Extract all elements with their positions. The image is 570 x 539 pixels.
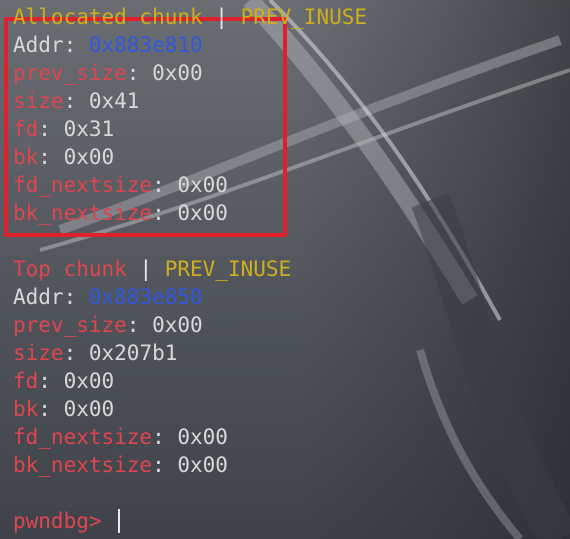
field-value: 0x00: [177, 453, 228, 477]
addr-label: Addr: [13, 33, 64, 57]
field-line: prev_size: 0x00: [13, 313, 203, 337]
text-cursor: [118, 509, 121, 533]
chunk-addr-line: Addr: 0x883e810: [13, 33, 203, 57]
field-name: size: [13, 341, 64, 365]
field-line: bk_nextsize: 0x00: [13, 453, 228, 477]
field-name: bk: [13, 397, 39, 421]
field-name: fd: [13, 117, 39, 141]
field-line: prev_size: 0x00: [13, 61, 203, 85]
chunk-separator: |: [202, 5, 241, 29]
field-value: 0x207b1: [88, 341, 178, 365]
terminal-output: Allocated chunk | PREV_INUSE Addr: 0x883…: [13, 3, 570, 535]
field-line: fd_nextsize: 0x00: [13, 173, 228, 197]
field-value: 0x00: [63, 369, 115, 393]
field-value: 0x00: [63, 145, 115, 169]
field-value: 0x00: [177, 425, 228, 449]
field-value: 0x00: [177, 173, 228, 197]
chunk-header: Allocated chunk | PREV_INUSE: [13, 3, 570, 31]
field-value: 0x41: [88, 89, 140, 113]
chunk-flag: PREV_INUSE: [240, 5, 368, 29]
field-value: 0x00: [177, 201, 228, 225]
chunk-addr-line: Addr: 0x883e850: [13, 285, 203, 309]
chunk-type: Allocated chunk: [13, 5, 203, 29]
field-line: bk_nextsize: 0x00: [13, 201, 228, 225]
field-name: fd_nextsize: [13, 173, 153, 197]
field-name: size: [13, 89, 64, 113]
field-value: 0x00: [152, 61, 203, 85]
field-line: size: 0x41: [13, 89, 140, 113]
field-line: fd_nextsize: 0x00: [13, 425, 228, 449]
addr-label: Addr: [13, 285, 64, 309]
field-line: fd: 0x31: [13, 117, 115, 141]
field-line: size: 0x207b1: [13, 341, 178, 365]
field-name: bk_nextsize: [13, 201, 153, 225]
shell-prompt: pwndbg>: [13, 509, 115, 533]
chunk-type: Top chunk: [13, 257, 127, 281]
field-line: fd: 0x00: [13, 369, 115, 393]
chunk-flag: PREV_INUSE: [164, 257, 292, 281]
field-name: bk_nextsize: [13, 453, 153, 477]
addr-value: 0x883e850: [88, 285, 203, 309]
field-value: 0x00: [63, 397, 115, 421]
field-name: prev_size: [13, 313, 127, 337]
field-name: prev_size: [13, 61, 127, 85]
prompt-line[interactable]: pwndbg>: [13, 507, 570, 535]
field-line: bk: 0x00: [13, 145, 115, 169]
field-value: 0x31: [63, 117, 115, 141]
field-name: fd: [13, 369, 39, 393]
field-line: bk: 0x00: [13, 397, 115, 421]
field-value: 0x00: [152, 313, 203, 337]
field-name: bk: [13, 145, 39, 169]
field-name: fd_nextsize: [13, 425, 153, 449]
chunk-separator: |: [126, 257, 165, 281]
addr-value: 0x883e810: [88, 33, 203, 57]
chunk-header: Top chunk | PREV_INUSE: [13, 255, 570, 283]
